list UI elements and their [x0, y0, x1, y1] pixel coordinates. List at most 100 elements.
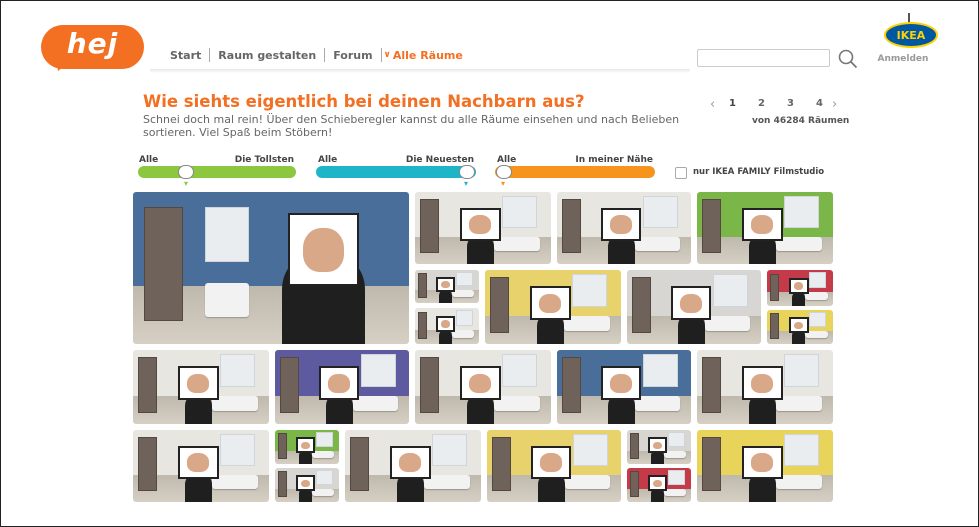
portrait-face: [469, 373, 492, 393]
room-window: [220, 354, 256, 387]
slider-naehe[interactable]: ▾: [495, 165, 655, 188]
hej-logo-text[interactable]: hej: [41, 27, 144, 60]
room-window: [667, 432, 685, 447]
slider-tollsten[interactable]: ▾: [138, 165, 296, 188]
room-thumbnail[interactable]: [767, 270, 833, 306]
portrait-face: [469, 215, 492, 234]
portrait-face: [610, 373, 633, 393]
room-thumbnail[interactable]: [487, 430, 621, 502]
login-link[interactable]: Anmelden: [873, 54, 933, 64]
room-shelf: [417, 273, 427, 299]
room-sofa: [452, 290, 474, 298]
search-icon[interactable]: [837, 48, 859, 70]
room-thumbnail[interactable]: [767, 310, 833, 344]
nav-raum-gestalten[interactable]: Raum gestalten: [210, 49, 324, 62]
search-input[interactable]: [697, 49, 830, 67]
slider-neuesten[interactable]: ▾: [316, 165, 476, 188]
room-sofa: [493, 395, 541, 411]
room-thumbnail[interactable]: [345, 430, 481, 502]
portrait-frame: [531, 445, 572, 479]
portrait-frame: [296, 475, 316, 492]
room-thumbnail[interactable]: [697, 430, 833, 502]
header-divider: [150, 69, 690, 73]
portrait-frame: [648, 475, 668, 492]
room-sofa: [564, 474, 611, 490]
portrait-face: [399, 453, 422, 472]
room-thumbnail[interactable]: [557, 192, 691, 264]
room-thumbnail[interactable]: [415, 192, 551, 264]
room-thumbnail[interactable]: [627, 468, 691, 502]
room-window: [667, 470, 685, 485]
room-window: [360, 354, 396, 387]
portrait-face: [187, 453, 210, 472]
room-shelf: [277, 471, 287, 497]
room-shelf: [417, 311, 427, 339]
room-sofa: [352, 395, 399, 411]
slider-3-right-label: In meiner Nähe: [575, 155, 653, 165]
portrait-face: [610, 215, 633, 234]
room-thumbnail[interactable]: [627, 270, 761, 344]
room-thumbnail[interactable]: [133, 192, 409, 344]
portrait-face: [751, 373, 774, 393]
room-thumbnail[interactable]: [275, 350, 409, 424]
slider-2-knob[interactable]: [459, 165, 475, 179]
nav-forum[interactable]: Forum: [325, 49, 380, 62]
page-1[interactable]: 1: [729, 98, 736, 109]
room-thumbnail[interactable]: [627, 430, 691, 464]
chevron-down-icon: ∨: [383, 50, 391, 60]
room-thumbnail[interactable]: [697, 350, 833, 424]
room-window: [784, 434, 820, 466]
portrait-face: [540, 453, 563, 472]
page-2[interactable]: 2: [758, 98, 765, 109]
portrait-face: [441, 320, 451, 329]
room-thumbnail[interactable]: [697, 192, 833, 264]
room-shelf: [769, 273, 779, 301]
portrait-face: [751, 453, 774, 472]
room-window: [642, 196, 678, 228]
prev-page-icon[interactable]: ‹: [710, 97, 715, 112]
portrait-face: [328, 373, 351, 393]
next-page-icon[interactable]: ›: [832, 97, 837, 112]
slider-1-knob[interactable]: [178, 165, 194, 179]
page-4[interactable]: 4: [816, 98, 823, 109]
room-thumbnail[interactable]: [275, 468, 339, 502]
portrait-frame: [459, 366, 501, 401]
room-sofa: [775, 236, 823, 252]
nav-start[interactable]: Start: [162, 49, 209, 62]
slider-2-left-label: Alle: [318, 155, 338, 165]
room-sofa: [634, 236, 681, 252]
slider-3-tick-icon: ▾: [501, 179, 506, 188]
room-sofa: [211, 395, 259, 411]
room-shelf: [562, 199, 582, 254]
portrait-frame: [529, 286, 571, 321]
room-thumbnail[interactable]: [275, 430, 339, 464]
room-shelf: [138, 357, 158, 413]
room-window: [809, 272, 827, 288]
room-thumbnail[interactable]: [133, 430, 269, 502]
room-sofa: [664, 451, 686, 458]
room-shelf: [702, 437, 722, 492]
room-shelf: [702, 357, 722, 413]
family-filmstudio-checkbox[interactable]: [675, 167, 687, 179]
portrait-frame: [741, 445, 783, 479]
room-thumbnail[interactable]: [133, 350, 269, 424]
portrait-frame: [389, 445, 431, 479]
nav-alle-raeume-label: Alle Räume: [392, 48, 463, 62]
room-thumbnail[interactable]: [415, 350, 551, 424]
room-thumbnail[interactable]: [415, 270, 479, 303]
room-window: [204, 207, 249, 262]
room-thumbnail[interactable]: [557, 350, 691, 424]
room-thumbnail[interactable]: [485, 270, 621, 344]
room-thumbnail[interactable]: [415, 308, 479, 344]
portrait-frame: [459, 207, 501, 241]
ikea-logo[interactable]: IKEA: [884, 22, 938, 48]
nav-alle-raeume[interactable]: ∨ Alle Räume: [382, 49, 463, 62]
room-shelf: [277, 433, 287, 459]
page-3[interactable]: 3: [787, 98, 794, 109]
slider-3-knob[interactable]: [496, 165, 512, 179]
room-window: [642, 354, 678, 387]
room-shelf: [420, 199, 440, 254]
portrait-frame: [788, 277, 809, 295]
portrait-frame: [436, 277, 456, 293]
portrait-face: [653, 441, 663, 449]
